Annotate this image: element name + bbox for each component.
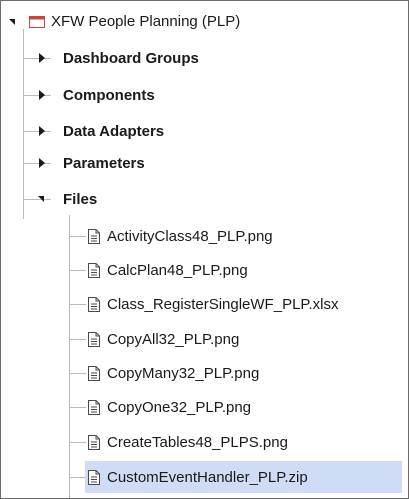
file-icon [88, 434, 100, 450]
collapse-toggle-icon[interactable] [38, 196, 44, 202]
file-item-label: CreateTables48_PLPS.png [107, 433, 288, 451]
tree-item-label: Components [63, 86, 155, 104]
tree-item-label: Parameters [63, 154, 145, 172]
file-item-label: CopyMany32_PLP.png [107, 364, 260, 382]
tree-guide-file-6 [69, 407, 86, 408]
tree-guide-file-1 [69, 236, 86, 237]
file-item-label: CalcPlan48_PLP.png [107, 261, 248, 279]
file-item-label: CopyAll32_PLP.png [107, 330, 240, 348]
tree-item-data-adapters[interactable]: Data Adapters [1, 115, 401, 147]
file-icon [88, 365, 100, 381]
file-item-selected[interactable]: CustomEventHandler_PLP.zip [85, 461, 402, 493]
collapse-toggle-icon[interactable] [9, 19, 15, 25]
tree-item-components[interactable]: Components [1, 79, 401, 111]
tree-guide-file-5 [69, 373, 86, 374]
file-item[interactable]: CopyAll32_PLP.png [85, 323, 325, 355]
file-item[interactable]: ActivityClass48_PLP.png [85, 220, 325, 252]
tree-guide-file-2 [69, 270, 86, 271]
file-icon [88, 262, 100, 278]
file-item-label: CopyOne32_PLP.png [107, 398, 252, 416]
file-icon [88, 228, 100, 244]
expand-toggle-icon[interactable] [39, 90, 45, 100]
file-icon [88, 469, 100, 485]
tree-guide-file-3 [69, 304, 86, 305]
tree-guide-file-4 [69, 339, 86, 340]
file-item[interactable]: CopyMany32_PLP.png [85, 357, 325, 389]
tree-guide-file-8 [69, 477, 86, 478]
file-item-label: Class_RegisterSingleWF_PLP.xlsx [107, 295, 339, 313]
tree-item-files[interactable]: Files [1, 183, 401, 215]
solution-tree-panel: XFW People Planning (PLP) Dashboard Grou… [0, 0, 409, 499]
tree-guide-file-7 [69, 442, 86, 443]
tree-item-label: Files [63, 190, 98, 208]
tree-item-label: Data Adapters [63, 122, 165, 140]
file-item[interactable]: CalcPlan48_PLP.png [85, 254, 325, 286]
tree-guide-files-children [69, 215, 70, 498]
file-item-label: CustomEventHandler_PLP.zip [107, 468, 308, 486]
tree-item-dashboard-groups[interactable]: Dashboard Groups [1, 42, 401, 74]
file-item-label: ActivityClass48_PLP.png [107, 227, 273, 245]
file-icon [88, 331, 100, 347]
folder-icon [29, 15, 45, 28]
tree-item-label: Dashboard Groups [63, 49, 199, 67]
expand-toggle-icon[interactable] [39, 53, 45, 63]
file-item[interactable]: Class_RegisterSingleWF_PLP.xlsx [85, 288, 385, 320]
tree-item-parameters[interactable]: Parameters [1, 147, 401, 179]
file-icon [88, 296, 100, 312]
tree-root-label: XFW People Planning (PLP) [51, 12, 241, 30]
tree-root-row[interactable]: XFW People Planning (PLP) [1, 5, 401, 37]
file-item[interactable]: CopyOne32_PLP.png [85, 391, 325, 423]
expand-toggle-icon[interactable] [39, 158, 45, 168]
expand-toggle-icon[interactable] [39, 126, 45, 136]
file-icon [88, 399, 100, 415]
file-item[interactable]: CreateTables48_PLPS.png [85, 426, 345, 458]
